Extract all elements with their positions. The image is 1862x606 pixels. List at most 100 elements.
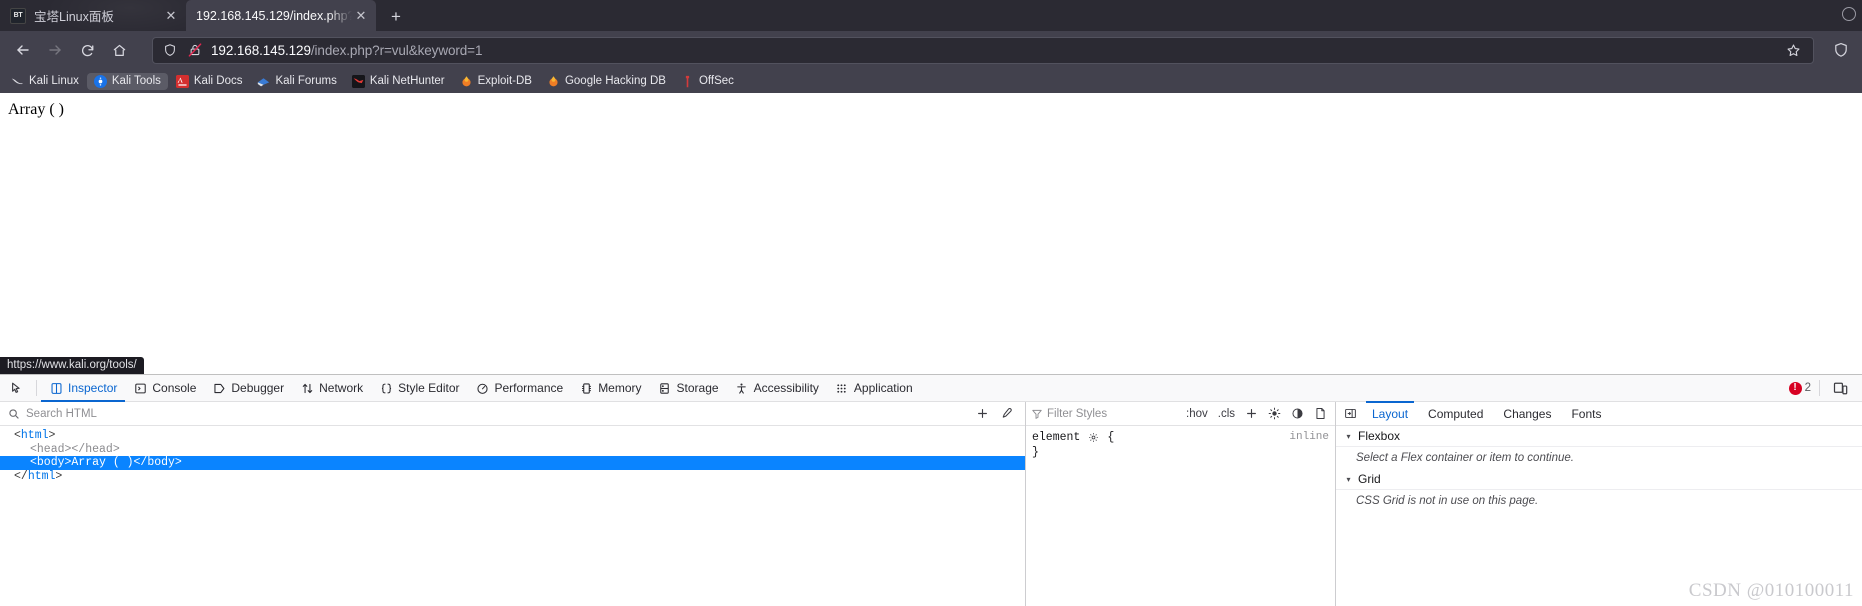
devtools-body: <html> <head></head> <body>Array ( )</bo… xyxy=(0,401,1862,606)
broken-lock-icon[interactable] xyxy=(186,41,204,59)
bookmark-label: OffSec xyxy=(698,75,734,87)
browser-tab-1[interactable]: 192.168.145.129/index.php?r= ✕ xyxy=(186,0,376,31)
markup-node-body[interactable]: <body>Array ( )</body> xyxy=(0,456,1025,470)
bookmark-label: Kali Docs xyxy=(193,75,243,87)
error-count-badge[interactable]: ! 2 xyxy=(1788,381,1811,395)
layout-tab-label: Computed xyxy=(1428,406,1484,421)
markup-actions xyxy=(971,404,1017,424)
forward-arrow-icon[interactable] xyxy=(40,35,70,65)
class-toggle-button[interactable]: .cls xyxy=(1215,407,1238,421)
bookmark-label: Google Hacking DB xyxy=(564,75,666,87)
tab-title-0: 宝塔Linux面板 xyxy=(34,10,114,24)
print-preview-icon[interactable] xyxy=(1311,404,1330,423)
devtools-tab-inspector[interactable]: Inspector xyxy=(41,375,126,402)
devtools-tab-network[interactable]: Network xyxy=(292,375,371,401)
devtools-tab-style-editor[interactable]: Style Editor xyxy=(371,375,467,401)
shield-icon[interactable] xyxy=(161,41,179,59)
plus-icon[interactable] xyxy=(1242,404,1261,423)
layout-tab-label: Changes xyxy=(1503,406,1552,421)
markup-tree: <html> <head></head> <body>Array ( )</bo… xyxy=(0,426,1025,606)
bookmarks-bar: Kali Linux Kali Tools Kali Docs Kali For… xyxy=(0,69,1862,93)
rule-brace-open: { xyxy=(1107,431,1115,444)
devtools-tab-label: Performance xyxy=(494,381,564,395)
devtools-tab-label: Network xyxy=(319,381,364,395)
layout-tab-computed[interactable]: Computed xyxy=(1418,402,1493,425)
markup-node-html-open[interactable]: <html> xyxy=(0,429,1025,443)
element-picker-icon[interactable] xyxy=(4,377,30,400)
url-text[interactable]: 192.168.145.129/index.php?r=vul&keyword=… xyxy=(211,43,1774,58)
devtools-tab-memory[interactable]: Memory xyxy=(571,375,649,401)
search-html-input[interactable] xyxy=(26,407,965,420)
close-icon[interactable]: ✕ xyxy=(352,7,370,25)
reload-icon[interactable] xyxy=(72,35,102,65)
grid-empty-note: CSS Grid is not in use on this page. xyxy=(1356,495,1539,507)
star-icon[interactable] xyxy=(1781,38,1805,62)
style-editor-icon xyxy=(379,381,393,395)
tab-title-1: 192.168.145.129/index.php?r= xyxy=(196,8,352,23)
devtools-tab-application[interactable]: Application xyxy=(827,375,921,401)
back-arrow-icon[interactable] xyxy=(8,35,38,65)
chevron-down-icon[interactable]: ▾ xyxy=(1344,432,1353,441)
application-icon xyxy=(835,381,849,395)
devtools-tab-console[interactable]: Console xyxy=(125,375,204,401)
bookmark-google-hacking-db[interactable]: Google Hacking DB xyxy=(540,73,673,90)
grid-section-header[interactable]: ▾ Grid xyxy=(1336,469,1862,490)
devtools-tab-label: Application xyxy=(853,381,913,395)
responsive-design-mode-icon[interactable] xyxy=(1828,377,1852,399)
sun-icon[interactable] xyxy=(1265,404,1284,423)
devtools-tab-performance[interactable]: Performance xyxy=(467,375,571,401)
url-bar[interactable]: 192.168.145.129/index.php?r=vul&keyword=… xyxy=(152,36,1814,64)
bookmark-offsec[interactable]: OffSec xyxy=(674,73,741,90)
window-control-icon[interactable] xyxy=(1842,7,1856,21)
devtools-tab-accessibility[interactable]: Accessibility xyxy=(727,375,827,401)
rule-brace-close: } xyxy=(1032,446,1039,459)
flexbox-section-header[interactable]: ▾ Flexbox xyxy=(1336,426,1862,447)
devtools-toolbar: Inspector Console Debugger Network Style… xyxy=(0,375,1862,402)
page-viewport: Array ( ) https://www.kali.org/tools/ xyxy=(0,93,1862,374)
close-icon[interactable]: ✕ xyxy=(162,7,180,25)
bookmark-label: Exploit-DB xyxy=(477,75,532,87)
devtools-tab-label: Console xyxy=(152,381,197,395)
extension-icon[interactable] xyxy=(1828,37,1854,63)
markup-node-head[interactable]: <head></head> xyxy=(0,443,1025,457)
markup-search-bar xyxy=(0,402,1025,426)
rule-source-label[interactable]: inline xyxy=(1289,430,1329,445)
style-rule-element[interactable]: element { inline xyxy=(1026,430,1335,445)
devtools-tab-debugger[interactable]: Debugger xyxy=(204,375,292,401)
bookmark-kali-docs[interactable]: Kali Docs xyxy=(169,73,250,90)
new-tab-button[interactable]: + xyxy=(380,3,412,31)
plus-icon[interactable] xyxy=(971,404,993,424)
browser-tab-0[interactable]: BT 宝塔Linux面板 ✕ xyxy=(0,0,186,31)
devtools-tab-storage[interactable]: Storage xyxy=(650,375,727,401)
layout-tab-label: Layout xyxy=(1372,406,1409,421)
devtools-tab-list: Inspector Console Debugger Network Style… xyxy=(41,375,921,402)
layout-tab-fonts[interactable]: Fonts xyxy=(1561,402,1611,425)
moon-icon[interactable] xyxy=(1288,404,1307,423)
style-rules-list: element { inline } xyxy=(1026,426,1335,606)
markup-node-html-close[interactable]: </html> xyxy=(0,470,1025,484)
layout-pane: Layout Computed Changes Fonts ▾ Flexbox … xyxy=(1336,401,1862,606)
bookmark-exploit-db[interactable]: Exploit-DB xyxy=(453,73,539,90)
network-icon xyxy=(300,381,314,395)
bookmark-kali-nethunter[interactable]: Kali NetHunter xyxy=(345,73,452,90)
eyedropper-icon[interactable] xyxy=(995,404,1017,424)
pseudo-class-button[interactable]: :hov xyxy=(1183,407,1211,421)
google-hacking-db-icon xyxy=(547,75,560,88)
rule-selector: element xyxy=(1032,431,1081,444)
chevron-down-icon[interactable]: ▾ xyxy=(1344,475,1353,484)
offsec-icon xyxy=(681,75,694,88)
home-icon[interactable] xyxy=(104,35,134,65)
bookmark-kali-forums[interactable]: Kali Forums xyxy=(250,73,343,90)
flexbox-section-title: Flexbox xyxy=(1358,429,1401,443)
layout-tab-layout[interactable]: Layout xyxy=(1362,401,1418,425)
layout-tab-changes[interactable]: Changes xyxy=(1493,402,1561,425)
expand-pane-icon[interactable] xyxy=(1338,402,1362,425)
bookmark-kali-linux[interactable]: Kali Linux xyxy=(4,73,86,90)
styles-pane: :hov .cls element xyxy=(1026,402,1336,606)
error-badge-icon: ! xyxy=(1788,381,1802,395)
gear-icon[interactable] xyxy=(1084,431,1103,445)
filter-styles-input[interactable] xyxy=(1047,407,1179,420)
bookmark-kali-tools[interactable]: Kali Tools xyxy=(86,72,168,90)
bt-icon: BT xyxy=(10,7,26,24)
devtools-tab-label: Debugger xyxy=(231,381,285,395)
